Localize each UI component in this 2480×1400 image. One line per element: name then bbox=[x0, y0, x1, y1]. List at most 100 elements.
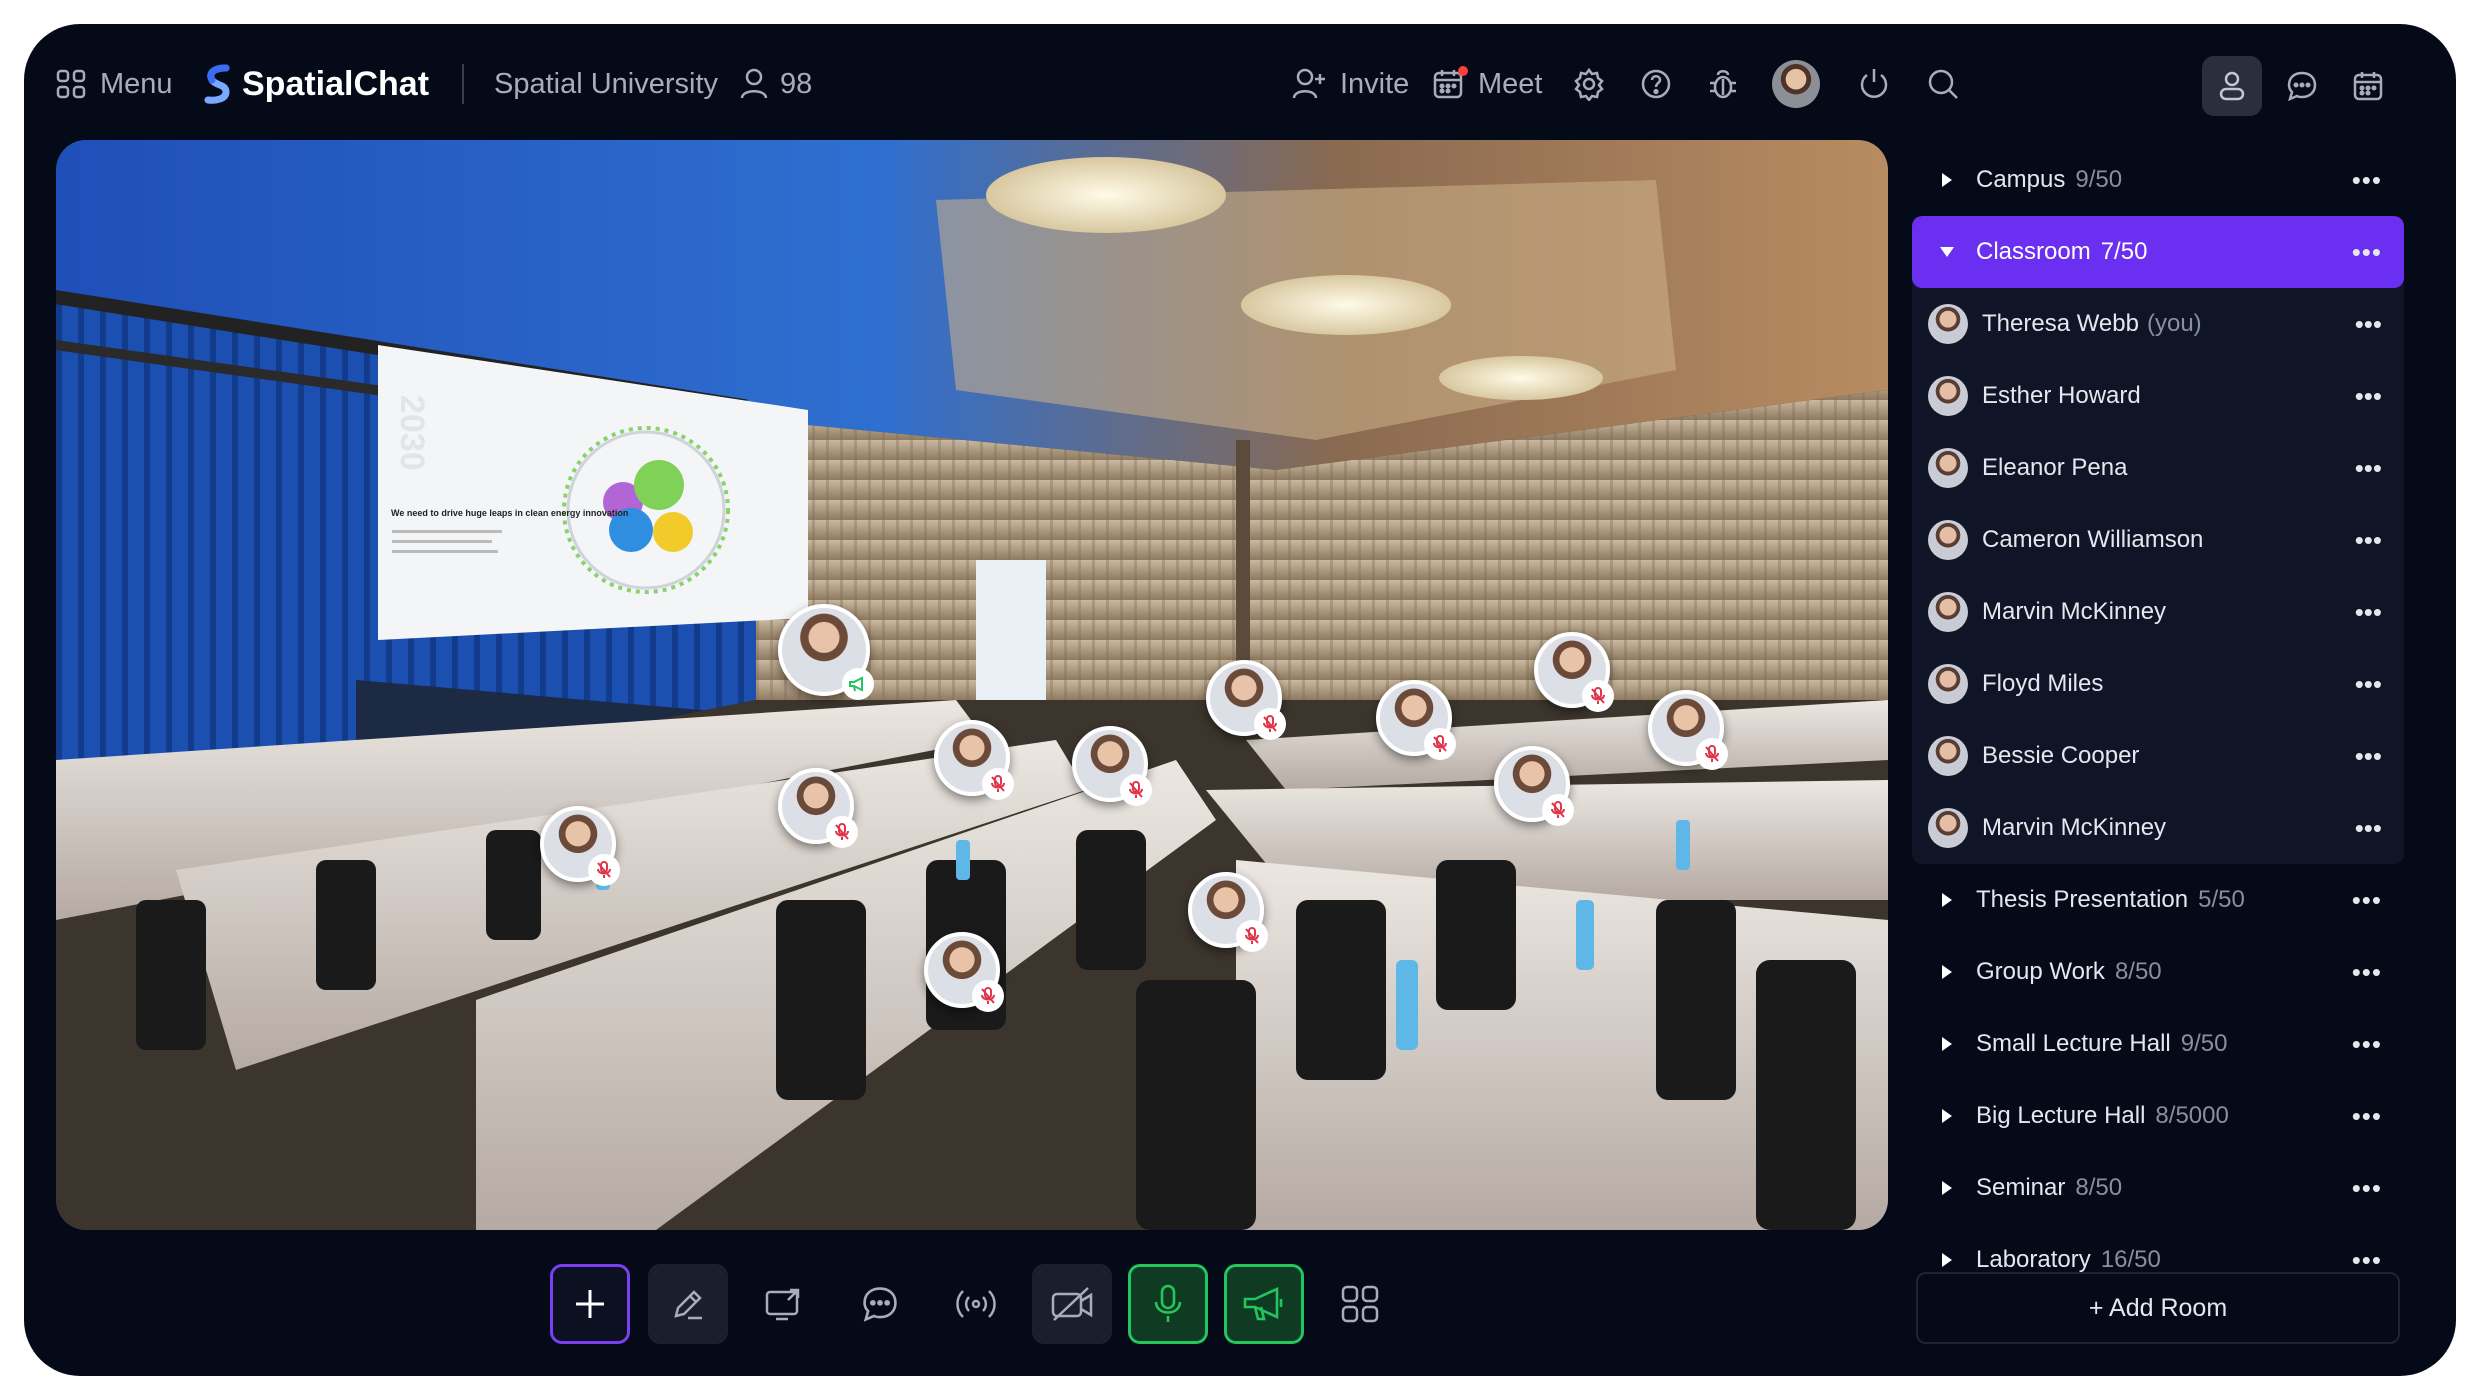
member-item[interactable]: Bessie Cooper ••• bbox=[1912, 720, 2404, 792]
more-options-icon[interactable]: ••• bbox=[2355, 813, 2382, 844]
member-name: Theresa Webb bbox=[1982, 310, 2139, 337]
people-tab[interactable] bbox=[2202, 56, 2262, 116]
megaphone-button[interactable] bbox=[1224, 1264, 1304, 1344]
add-person-icon bbox=[1292, 68, 1326, 100]
more-options-icon[interactable]: ••• bbox=[2352, 1101, 2382, 1132]
profile-avatar[interactable] bbox=[1772, 24, 1820, 144]
apps-button[interactable] bbox=[1320, 1264, 1400, 1344]
mic-off-icon bbox=[1582, 680, 1614, 712]
member-item[interactable]: Marvin McKinney ••• bbox=[1912, 792, 2404, 864]
member-item[interactable]: Cameron Williamson ••• bbox=[1912, 504, 2404, 576]
more-options-icon[interactable]: ••• bbox=[2352, 1245, 2382, 1276]
member-item[interactable]: Esther Howard ••• bbox=[1912, 360, 2404, 432]
grid-icon bbox=[56, 69, 86, 99]
more-options-icon[interactable]: ••• bbox=[2355, 309, 2382, 340]
map-avatar[interactable] bbox=[1206, 660, 1286, 740]
more-options-icon[interactable]: ••• bbox=[2355, 741, 2382, 772]
more-options-icon[interactable]: ••• bbox=[2355, 453, 2382, 484]
broadcast-button[interactable] bbox=[936, 1264, 1016, 1344]
map-avatar[interactable] bbox=[778, 768, 858, 848]
room-name: Group Work bbox=[1976, 958, 2105, 985]
map-avatar[interactable] bbox=[1376, 680, 1456, 760]
menu-button[interactable]: Menu bbox=[56, 24, 173, 144]
map-avatar[interactable] bbox=[934, 720, 1014, 800]
mic-off-icon bbox=[982, 768, 1014, 800]
map-avatar[interactable] bbox=[540, 806, 620, 886]
more-options-icon[interactable]: ••• bbox=[2352, 885, 2382, 916]
meet-button[interactable]: Meet bbox=[1432, 24, 1542, 144]
brand-logo: SpatialChat bbox=[204, 24, 429, 144]
room-count: 8/50 bbox=[2075, 1174, 2123, 1201]
share-screen-button[interactable] bbox=[744, 1264, 824, 1344]
room-name: Laboratory bbox=[1976, 1246, 2091, 1273]
settings-button[interactable] bbox=[1572, 24, 1606, 144]
map-avatar-speaker[interactable] bbox=[778, 604, 874, 700]
caret-right-icon bbox=[1936, 964, 1958, 980]
leave-button[interactable] bbox=[1858, 24, 1890, 144]
more-options-icon[interactable]: ••• bbox=[2352, 957, 2382, 988]
add-button[interactable] bbox=[550, 1264, 630, 1344]
microphone-button[interactable] bbox=[1128, 1264, 1208, 1344]
map-avatar[interactable] bbox=[1072, 726, 1152, 806]
member-you-tag: (you) bbox=[2146, 310, 2202, 337]
more-options-icon[interactable]: ••• bbox=[2355, 669, 2382, 700]
chat-tab[interactable] bbox=[2272, 56, 2332, 116]
member-item[interactable]: Eleanor Pena ••• bbox=[1912, 432, 2404, 504]
more-options-icon[interactable]: ••• bbox=[2352, 1173, 2382, 1204]
search-icon bbox=[1926, 67, 1960, 101]
conference-hall-image: 2030 We need to drive huge leaps in clea… bbox=[56, 140, 1888, 1230]
room-canvas[interactable]: 2030 We need to drive huge leaps in clea… bbox=[56, 140, 1888, 1230]
member-item[interactable]: Theresa Webb (you) ••• bbox=[1912, 288, 2404, 360]
room-count: 7/50 bbox=[2100, 238, 2148, 265]
bug-report-button[interactable] bbox=[1708, 24, 1738, 144]
room-item-campus[interactable]: Campus 9/50 ••• bbox=[1912, 144, 2404, 216]
map-avatar[interactable] bbox=[924, 932, 1004, 1012]
chat-button[interactable] bbox=[840, 1264, 920, 1344]
room-count: 9/50 bbox=[2075, 166, 2123, 193]
map-avatar[interactable] bbox=[1188, 872, 1268, 952]
space-name[interactable]: Spatial University bbox=[494, 24, 718, 144]
add-room-button[interactable]: + Add Room bbox=[1916, 1272, 2400, 1344]
camera-off-icon bbox=[1050, 1286, 1094, 1322]
participant-counter[interactable]: 98 bbox=[740, 24, 812, 144]
room-item-thesis-presentation[interactable]: Thesis Presentation 5/50 ••• bbox=[1912, 864, 2404, 936]
power-icon bbox=[1858, 67, 1890, 101]
map-avatar[interactable] bbox=[1648, 690, 1728, 770]
avatar bbox=[1928, 448, 1968, 488]
more-options-icon[interactable]: ••• bbox=[2355, 597, 2382, 628]
map-avatar[interactable] bbox=[1534, 632, 1614, 712]
more-options-icon[interactable]: ••• bbox=[2352, 1029, 2382, 1060]
more-options-icon[interactable]: ••• bbox=[2355, 525, 2382, 556]
room-item-seminar[interactable]: Seminar 8/50 ••• bbox=[1912, 1152, 2404, 1224]
grid-icon bbox=[1340, 1284, 1380, 1324]
draw-button[interactable] bbox=[648, 1264, 728, 1344]
mic-off-icon bbox=[826, 816, 858, 848]
invite-button[interactable]: Invite bbox=[1292, 24, 1409, 144]
mic-off-icon bbox=[1542, 794, 1574, 826]
screen-share-icon bbox=[764, 1286, 804, 1322]
gear-icon bbox=[1572, 67, 1606, 101]
calendar-tab[interactable] bbox=[2338, 56, 2398, 116]
map-avatar[interactable] bbox=[1494, 746, 1574, 826]
chat-icon bbox=[2286, 70, 2318, 102]
room-item-small-lecture-hall[interactable]: Small Lecture Hall 9/50 ••• bbox=[1912, 1008, 2404, 1080]
camera-toggle-button[interactable] bbox=[1032, 1264, 1112, 1344]
more-options-icon[interactable]: ••• bbox=[2352, 237, 2382, 268]
room-item-big-lecture-hall[interactable]: Big Lecture Hall 8/5000 ••• bbox=[1912, 1080, 2404, 1152]
member-item[interactable]: Floyd Miles ••• bbox=[1912, 648, 2404, 720]
member-item[interactable]: Marvin McKinney ••• bbox=[1912, 576, 2404, 648]
help-button[interactable] bbox=[1640, 24, 1672, 144]
room-item-classroom[interactable]: Classroom 7/50 ••• bbox=[1912, 216, 2404, 288]
more-options-icon[interactable]: ••• bbox=[2355, 381, 2382, 412]
more-options-icon[interactable]: ••• bbox=[2352, 165, 2382, 196]
member-name: Cameron Williamson bbox=[1982, 526, 2204, 553]
search-button[interactable] bbox=[1926, 24, 1960, 144]
person-icon bbox=[2219, 71, 2245, 101]
room-count: 16/50 bbox=[2100, 1246, 2161, 1273]
caret-right-icon bbox=[1936, 892, 1958, 908]
megaphone-icon bbox=[842, 668, 874, 700]
room-name: Seminar bbox=[1976, 1174, 2066, 1201]
member-name: Floyd Miles bbox=[1982, 670, 2104, 697]
active-room-group: Classroom 7/50 ••• Theresa Webb (you) ••• … bbox=[1912, 216, 2404, 864]
room-item-group-work[interactable]: Group Work 8/50 ••• bbox=[1912, 936, 2404, 1008]
